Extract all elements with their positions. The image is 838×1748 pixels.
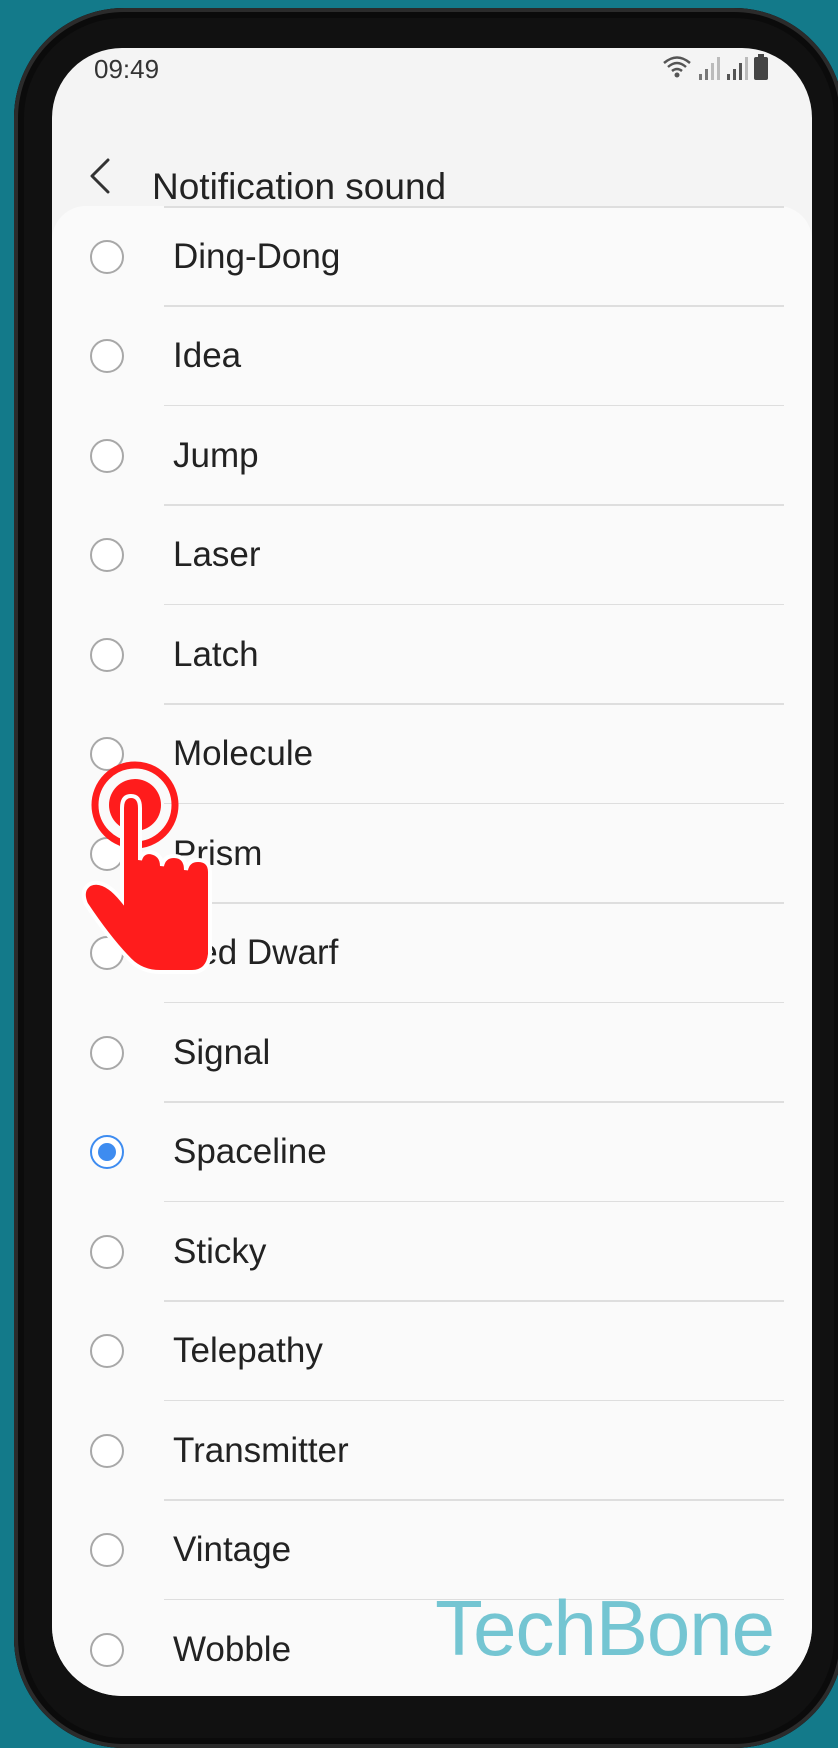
radio-button[interactable] [90, 1632, 124, 1667]
sound-option-sticky[interactable]: Sticky [52, 1202, 812, 1302]
sound-option-label: Spaceline [173, 1132, 327, 1172]
radio-button[interactable] [90, 538, 124, 573]
sound-option-signal[interactable]: Signal [52, 1003, 812, 1103]
status-time: 09:49 [94, 54, 160, 84]
status-icons [662, 54, 768, 80]
sound-option-transmitter[interactable]: Transmitter [52, 1401, 812, 1501]
radio-button[interactable] [90, 1035, 124, 1070]
radio-button[interactable] [90, 1234, 124, 1269]
page-title: Notification sound [152, 166, 447, 207]
sound-option-latch[interactable]: Latch [52, 605, 812, 705]
sound-option-label: Telepathy [173, 1331, 323, 1371]
radio-button[interactable] [90, 239, 124, 274]
sound-option-laser[interactable]: Laser [52, 506, 812, 605]
sound-option-label: Laser [173, 535, 261, 575]
back-button[interactable] [82, 158, 118, 194]
sound-option-label: Ding-Dong [173, 236, 341, 276]
sound-option-label: Sticky [173, 1231, 267, 1271]
sound-option-telepathy[interactable]: Telepathy [52, 1302, 812, 1401]
sound-option-label: Jump [173, 435, 259, 475]
sound-option-jump[interactable]: Jump [52, 406, 812, 506]
signal-icon-1 [699, 57, 720, 80]
wifi-icon [663, 56, 691, 78]
sound-option-spaceline[interactable]: Spaceline [52, 1103, 812, 1202]
status-bar: 09:49 [52, 48, 812, 108]
signal-icon-2 [727, 57, 748, 80]
sound-option-ding-dong[interactable]: Ding-Dong [52, 207, 812, 307]
sound-option-label: Latch [173, 634, 259, 674]
sound-option-label: Vintage [173, 1530, 292, 1570]
radio-button[interactable] [90, 1533, 124, 1568]
tap-hand-icon [81, 761, 212, 974]
watermark-logo: TechBone [435, 1584, 775, 1672]
radio-button[interactable] [90, 438, 124, 473]
battery-icon [754, 54, 768, 80]
chevron-left-icon [90, 158, 110, 194]
radio-button[interactable] [90, 1334, 124, 1369]
sound-option-label: Signal [173, 1032, 271, 1072]
sound-option-label: Idea [173, 336, 242, 376]
sound-option-label: Transmitter [173, 1430, 349, 1470]
radio-button[interactable] [90, 1135, 124, 1170]
sound-option-label: Wobble [173, 1629, 292, 1669]
radio-button[interactable] [90, 637, 124, 672]
sound-option-idea[interactable]: Idea [52, 307, 812, 406]
radio-button[interactable] [90, 339, 124, 374]
radio-button[interactable] [90, 1433, 124, 1468]
